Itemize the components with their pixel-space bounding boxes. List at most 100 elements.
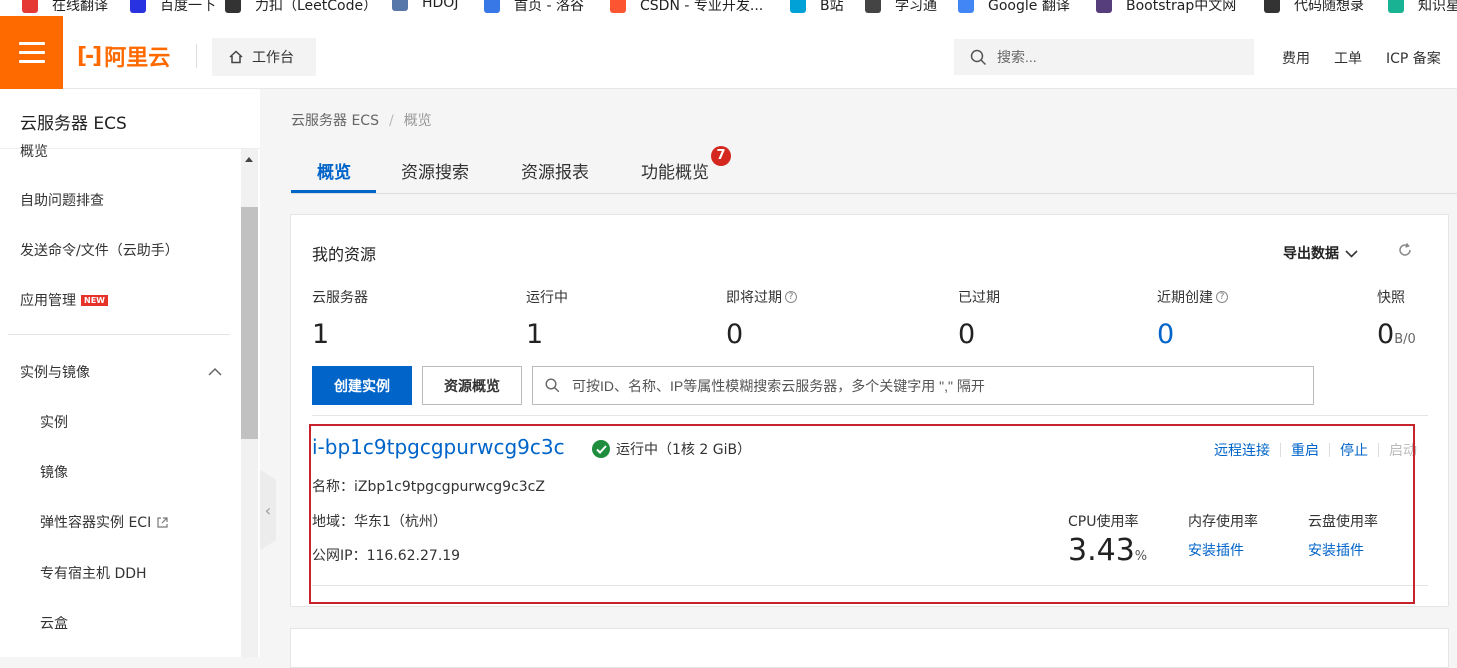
sidebar-item-troubleshoot[interactable]: 自助问题排查 (20, 190, 104, 210)
sidebar-scrollbar-thumb[interactable] (241, 207, 258, 439)
create-instance-button[interactable]: 创建实例 (312, 366, 412, 405)
stat-label-expiring: 即将过期? (726, 287, 797, 307)
sidebar: 云服务器 ECS 概览 自助问题排查 发送命令/文件（云助手） 应用管理 NEW… (0, 89, 260, 657)
bookmark-label: 首页 - 洛谷 (514, 0, 584, 14)
card-title: 我的资源 (312, 245, 377, 264)
bookmark-translate[interactable]: 在线翻译 (22, 0, 108, 15)
sidebar-item-cloud-assistant[interactable]: 发送命令/文件（云助手） (20, 240, 179, 260)
top-navigation-bar: [-] 阿里云 工作台 费用 工单 ICP 备案 (0, 16, 1457, 89)
bookmark-label: HDOJ (422, 0, 459, 11)
global-search-input[interactable] (997, 49, 1237, 65)
external-link-icon (157, 516, 168, 528)
resource-overview-button[interactable]: 资源概览 (422, 366, 522, 405)
bookmark-ring[interactable]: 知识星 (1388, 0, 1457, 15)
sidebar-item-label: 弹性容器实例 ECI (40, 515, 152, 531)
menu-button[interactable] (0, 16, 63, 89)
export-label: 导出数据 (1283, 246, 1339, 262)
export-data-button[interactable]: 导出数据 (1283, 243, 1358, 263)
tab-feature-overview[interactable]: 功能概览 (641, 158, 709, 183)
workbench-button[interactable]: 工作台 (212, 38, 316, 76)
hamburger-icon-line (18, 51, 45, 54)
translate-icon (22, 0, 38, 13)
hdoj-icon (392, 0, 408, 11)
luogu-icon (484, 0, 500, 13)
snapshot-value: 0 (1377, 319, 1395, 350)
sidebar-item-eci[interactable]: 弹性容器实例 ECI (40, 512, 169, 532)
sidebar-group-label: 实例与镜像 (20, 365, 90, 381)
chevron-up-icon (208, 367, 222, 376)
sidebar-divider (8, 334, 230, 335)
bookmark-bootstrap[interactable]: Bootstrap中文网 (1096, 0, 1236, 15)
tab-resource-report[interactable]: 资源报表 (521, 158, 589, 183)
snapshot-unit: B/0 (1394, 332, 1416, 347)
bookmark-label: 代码随想录 (1294, 0, 1364, 14)
stat-value-recent[interactable]: 0 (1157, 319, 1174, 350)
google-translate-icon (958, 0, 974, 13)
instance-search-input[interactable] (572, 377, 1292, 394)
home-icon (229, 50, 243, 64)
sidebar-group-instances-images[interactable]: 实例与镜像 (20, 362, 222, 382)
code-icon (1264, 0, 1280, 13)
sidebar-title: 云服务器 ECS (20, 114, 127, 134)
sidebar-item-label: 应用管理 (20, 293, 76, 309)
header-link-tickets[interactable]: 工单 (1334, 48, 1362, 68)
leetcode-icon (225, 0, 241, 13)
bookmark-label: 百度一下 (160, 0, 216, 14)
stat-value-expiring[interactable]: 0 (726, 319, 743, 350)
sidebar-item-overview[interactable]: 概览 (20, 141, 48, 161)
baidu-paw-icon (130, 0, 146, 13)
help-icon[interactable]: ? (785, 291, 797, 303)
bookmark-luogu[interactable]: 首页 - 洛谷 (484, 0, 584, 15)
stat-value-expired[interactable]: 0 (958, 319, 975, 350)
stat-label-running: 运行中 (526, 290, 568, 306)
notification-badge: 7 (711, 146, 731, 166)
breadcrumb-item-current: 概览 (403, 113, 432, 129)
bilibili-icon (790, 0, 806, 13)
bookmark-leetcode[interactable]: 力扣（LeetCode） (225, 0, 377, 15)
stat-value-servers[interactable]: 1 (312, 319, 329, 350)
bookmark-label: CSDN - 专业开发... (640, 0, 764, 14)
breadcrumb-item-ecs[interactable]: 云服务器 ECS (291, 113, 379, 129)
bookmark-csdn[interactable]: CSDN - 专业开发... (610, 0, 763, 15)
globe-icon (865, 0, 881, 13)
bookmark-code[interactable]: 代码随想录 (1264, 0, 1364, 15)
bookmark-globe[interactable]: 学习通 (865, 0, 937, 15)
logo-text: 阿里云 (104, 46, 171, 71)
help-icon[interactable]: ? (1216, 291, 1228, 303)
header-divider (196, 44, 197, 68)
breadcrumb: 云服务器 ECS / 概览 (291, 110, 432, 130)
csdn-icon (610, 0, 626, 13)
instance-highlight-box (309, 424, 1415, 604)
bookmarks-bar: 在线翻译 百度一下 力扣（LeetCode） HDOJ 首页 - 洛谷 CSDN - 专业… (0, 0, 1457, 16)
stat-value-running[interactable]: 1 (526, 319, 543, 350)
tab-bar: 概览 资源搜索 资源报表 功能概览 7 (291, 146, 1457, 194)
scroll-up-arrow-icon[interactable] (245, 157, 253, 162)
sidebar-item-app-management[interactable]: 应用管理 NEW (20, 290, 108, 310)
bookmark-google-translate[interactable]: Google 翻译 (958, 0, 1070, 15)
active-tab-indicator (291, 190, 376, 193)
header-link-icp[interactable]: ICP 备案 (1386, 48, 1441, 68)
stat-value-snapshots[interactable]: 0B/0 (1377, 319, 1416, 350)
sidebar-collapse-handle[interactable]: ‹ (260, 470, 276, 550)
sidebar-item-cloud-box[interactable]: 云盒 (40, 613, 68, 633)
instance-search[interactable] (532, 366, 1314, 405)
bookmark-label: 知识星 (1418, 0, 1457, 14)
header-links: 费用 工单 ICP 备案 (1282, 48, 1441, 68)
sidebar-item-instances[interactable]: 实例 (40, 412, 68, 432)
bookmark-hdoj[interactable]: HDOJ (392, 0, 458, 11)
aliyun-logo[interactable]: [-] 阿里云 (77, 40, 170, 72)
bookmark-baidu-paw[interactable]: 百度一下 (130, 0, 216, 15)
sidebar-item-images[interactable]: 镜像 (40, 462, 68, 482)
search-icon (970, 49, 987, 65)
breadcrumb-separator: / (388, 113, 394, 129)
refresh-icon[interactable] (1397, 242, 1413, 258)
bookmark-label: Google 翻译 (988, 0, 1070, 14)
sidebar-item-ddh[interactable]: 专有宿主机 DDH (40, 563, 147, 583)
bookmark-bilibili[interactable]: B站 (790, 0, 844, 15)
secondary-card (290, 628, 1449, 668)
bookmark-label: Bootstrap中文网 (1126, 0, 1237, 14)
header-link-billing[interactable]: 费用 (1282, 48, 1310, 68)
tab-resource-search[interactable]: 资源搜索 (401, 158, 469, 183)
tab-overview[interactable]: 概览 (317, 158, 351, 183)
global-search[interactable] (954, 39, 1254, 75)
